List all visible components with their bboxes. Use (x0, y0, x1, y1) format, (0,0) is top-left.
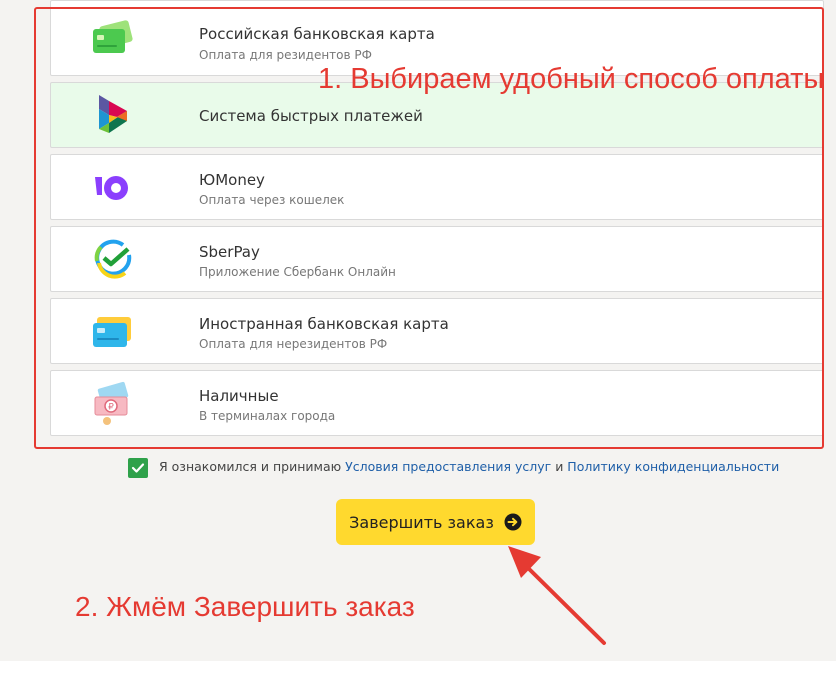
method-title: Российская банковская карта (199, 25, 435, 43)
method-title: Иностранная банковская карта (199, 315, 449, 333)
method-title: SberPay (199, 243, 260, 261)
privacy-link[interactable]: Политику конфиденциальности (567, 459, 779, 474)
yoomoney-logo-icon (95, 176, 128, 200)
arrow-right-circle-icon (504, 513, 522, 531)
consent-prefix: Я ознакомился и принимаю (159, 459, 342, 474)
method-title: ЮMoney (199, 171, 265, 189)
complete-order-button[interactable]: Завершить заказ (336, 499, 535, 545)
consent-conjunction: и (555, 459, 564, 474)
payment-method-sberpay[interactable]: SberPay Приложение Сбербанк Онлайн (50, 226, 824, 292)
method-title: Наличные (199, 387, 279, 405)
svg-text:₽: ₽ (108, 403, 114, 413)
sbp-logo-icon (99, 95, 127, 133)
method-title: Система быстрых платежей (199, 107, 423, 125)
terms-link[interactable]: Условия предоставления услуг (345, 459, 551, 474)
annotation-step-1: 1. Выбираем удобный способ оплаты (318, 63, 825, 95)
method-subtitle: Оплата через кошелек (199, 193, 345, 207)
method-subtitle: Приложение Сбербанк Онлайн (199, 265, 396, 279)
method-subtitle: Оплата для резидентов РФ (199, 48, 372, 62)
annotation-step-2: 2. Жмём Завершить заказ (75, 591, 415, 622)
checkmark-icon (131, 463, 145, 473)
method-subtitle: В терминалах города (199, 409, 336, 423)
payment-method-cash[interactable]: ₽ Наличные В терминалах города (50, 370, 824, 436)
method-subtitle: Оплата для нерезидентов РФ (199, 337, 388, 351)
payment-method-foreign-card[interactable]: Иностранная банковская карта Оплата для … (50, 298, 824, 364)
consent-text: Я ознакомился и принимаю Условия предост… (159, 459, 779, 474)
consent-checkbox[interactable] (128, 458, 148, 478)
complete-order-label: Завершить заказ (349, 512, 494, 532)
page-footer-strip (0, 661, 836, 674)
foreign-bank-card-icon (93, 317, 131, 347)
payment-method-yoomoney[interactable]: ЮMoney Оплата через кошелек (50, 154, 824, 220)
sberpay-logo-icon (94, 239, 132, 279)
cash-icon: ₽ (94, 381, 129, 425)
green-bank-card-icon (93, 20, 133, 53)
